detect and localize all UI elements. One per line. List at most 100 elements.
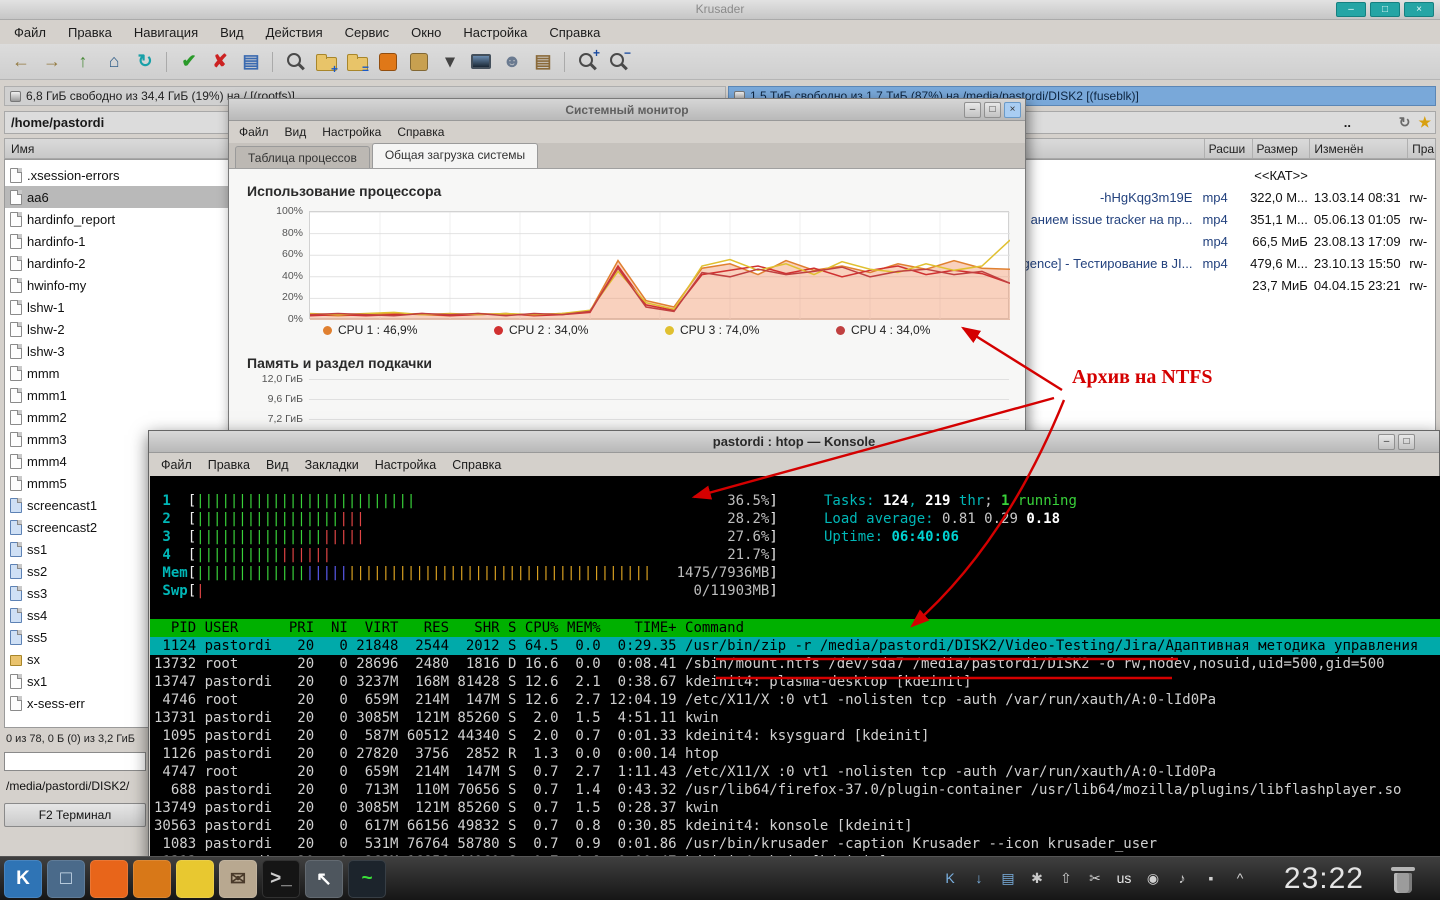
process-row[interactable]: 1083 pastordi 20 0 531M 76764 58780 S 0.… bbox=[150, 835, 1440, 853]
close-button[interactable]: × bbox=[1404, 2, 1434, 17]
command-line[interactable]: /media/pastordi/DISK2/ bbox=[6, 779, 146, 793]
process-row[interactable]: 1126 pastordi 20 0 27820 3756 2852 R 1.3… bbox=[150, 745, 1440, 763]
maximize-button[interactable]: □ bbox=[984, 102, 1001, 118]
process-row[interactable]: 13731 pastordi 20 0 3085M 121M 85260 S 2… bbox=[150, 709, 1440, 727]
refresh-button[interactable]: ↻ bbox=[132, 49, 158, 75]
menu-item[interactable]: Вид bbox=[266, 458, 289, 472]
konsole-titlebar[interactable]: pastordi : htop — Konsole –□ bbox=[149, 431, 1439, 453]
oscilloscope-icon[interactable]: ~ bbox=[348, 860, 386, 898]
column-header-name[interactable]: Имя bbox=[5, 142, 34, 156]
column-header-ext[interactable]: Расши bbox=[1205, 139, 1253, 158]
sysmon-titlebar[interactable]: Системный монитор –□× bbox=[229, 99, 1025, 121]
network-icon[interactable]: ◉ bbox=[1143, 867, 1163, 889]
konsole-icon[interactable]: >_ bbox=[262, 860, 300, 898]
home-button[interactable]: ⌂ bbox=[101, 49, 127, 75]
compare-dirs-button[interactable]: = bbox=[344, 49, 370, 75]
process-row[interactable]: 688 pastordi 20 0 713M 110M 70656 S 0.7 … bbox=[150, 781, 1440, 799]
archive-button[interactable]: ▤ bbox=[530, 49, 556, 75]
amarok-icon[interactable] bbox=[133, 860, 171, 898]
separator[interactable] bbox=[269, 49, 277, 75]
process-row[interactable]: 13732 root 20 0 28696 2480 1816 D 16.6 0… bbox=[150, 655, 1440, 673]
htop-table-header[interactable]: PID USER PRI NI VIRT RES SHR S CPU% MEM%… bbox=[150, 619, 1440, 637]
trash-icon[interactable] bbox=[1390, 865, 1416, 895]
menu-item[interactable]: Закладки bbox=[305, 458, 359, 472]
history-icon[interactable]: ↻ bbox=[1399, 114, 1411, 131]
menu-item[interactable]: Окно bbox=[411, 25, 441, 40]
column-header-date[interactable]: Изменён bbox=[1310, 139, 1408, 158]
taskbar-clock[interactable]: 23:22 bbox=[1284, 862, 1364, 896]
expand-tray-icon[interactable]: ^ bbox=[1230, 867, 1250, 889]
menu-item[interactable]: Действия bbox=[266, 25, 323, 40]
kopete-icon[interactable] bbox=[176, 860, 214, 898]
menu-item[interactable]: Вид bbox=[220, 25, 244, 40]
menu-item[interactable]: Вид bbox=[285, 125, 307, 139]
kickoff-menu-icon[interactable]: K bbox=[4, 860, 42, 898]
minimize-button[interactable]: – bbox=[1378, 434, 1395, 450]
zoom-out-button[interactable]: − bbox=[605, 49, 631, 75]
back-button[interactable]: ← bbox=[8, 49, 34, 75]
cursor-tool-icon[interactable]: ↖ bbox=[305, 860, 343, 898]
klipper-icon[interactable]: ✂ bbox=[1085, 867, 1105, 889]
fn-key-terminal-button[interactable]: F2 Терминал bbox=[4, 803, 146, 827]
clipboard-button[interactable]: ▤ bbox=[238, 49, 264, 75]
firefox-icon[interactable] bbox=[90, 860, 128, 898]
bookmark-star-icon[interactable]: ★ bbox=[1418, 114, 1431, 131]
tab[interactable]: Общая загрузка системы bbox=[372, 143, 538, 168]
package-button[interactable] bbox=[406, 49, 432, 75]
menu-item[interactable]: Файл bbox=[14, 25, 46, 40]
volume-icon[interactable]: ♪ bbox=[1172, 867, 1192, 889]
process-row[interactable]: 4746 root 20 0 659M 214M 147M S 12.6 2.7… bbox=[150, 691, 1440, 709]
process-row[interactable]: 4747 root 20 0 659M 214M 147M S 0.7 2.7 … bbox=[150, 763, 1440, 781]
menu-item[interactable]: Справка bbox=[549, 25, 600, 40]
maximize-button[interactable]: □ bbox=[1398, 434, 1415, 450]
krusader-titlebar[interactable]: Krusader –□× bbox=[0, 0, 1440, 20]
up-button[interactable]: ↑ bbox=[70, 49, 96, 75]
menu-item[interactable]: Справка bbox=[452, 458, 501, 472]
filter-input[interactable] bbox=[4, 752, 146, 771]
input-method-icon[interactable]: ⇧ bbox=[1056, 867, 1076, 889]
apply-button[interactable]: ✔ bbox=[176, 49, 202, 75]
tools-button[interactable] bbox=[375, 49, 401, 75]
pager-icon[interactable]: ▤ bbox=[998, 867, 1018, 889]
forward-button[interactable]: → bbox=[39, 49, 65, 75]
menu-item[interactable]: Правка bbox=[208, 458, 250, 472]
menu-item[interactable]: Настройка bbox=[463, 25, 527, 40]
find-button[interactable] bbox=[282, 49, 308, 75]
menu-item[interactable]: Правка bbox=[68, 25, 112, 40]
kde-app-icon[interactable]: K bbox=[940, 867, 960, 889]
queue-dropdown-button[interactable]: ▾ bbox=[437, 49, 463, 75]
user-button[interactable]: ☻ bbox=[499, 49, 525, 75]
process-row[interactable]: 13749 pastordi 20 0 3085M 121M 85260 S 0… bbox=[150, 799, 1440, 817]
menu-item[interactable]: Настройка bbox=[322, 125, 381, 139]
process-row[interactable]: 13747 pastordi 20 0 3237M 168M 81428 S 1… bbox=[150, 673, 1440, 691]
separator[interactable] bbox=[163, 49, 171, 75]
keyboard-layout-indicator[interactable]: us bbox=[1114, 867, 1134, 889]
new-folder-button[interactable]: + bbox=[313, 49, 339, 75]
menu-item[interactable]: Справка bbox=[397, 125, 444, 139]
menu-item[interactable]: Навигация bbox=[134, 25, 198, 40]
up-dir-label[interactable]: .. bbox=[1344, 115, 1351, 130]
display-icon[interactable]: ▪ bbox=[1201, 867, 1221, 889]
menu-item[interactable]: Файл bbox=[239, 125, 269, 139]
terminal[interactable]: 1 [|||||||||||||||||||||||||| 36.5%] 2 [… bbox=[150, 476, 1440, 866]
process-row[interactable]: 1124 pastordi 20 0 21848 2544 2012 S 64.… bbox=[150, 637, 1440, 655]
separator[interactable] bbox=[561, 49, 569, 75]
minimize-button[interactable]: – bbox=[964, 102, 981, 118]
close-button[interactable]: × bbox=[1004, 102, 1021, 118]
column-header-size[interactable]: Размер bbox=[1253, 139, 1311, 158]
tab[interactable]: Таблица процессов bbox=[235, 146, 370, 168]
settings-gear-icon[interactable]: ✱ bbox=[1027, 867, 1047, 889]
menu-item[interactable]: Настройка bbox=[375, 458, 437, 472]
zoom-in-button[interactable]: + bbox=[574, 49, 600, 75]
column-header-perm[interactable]: Пра bbox=[1408, 139, 1435, 158]
process-row[interactable]: 30563 pastordi 20 0 617M 66156 49832 S 0… bbox=[150, 817, 1440, 835]
menu-item[interactable]: Сервис bbox=[345, 25, 390, 40]
menu-item[interactable]: Файл bbox=[161, 458, 192, 472]
minimize-button[interactable]: – bbox=[1336, 2, 1366, 17]
terminal-button[interactable] bbox=[468, 49, 494, 75]
process-row[interactable]: 1095 pastordi 20 0 587M 60512 44340 S 2.… bbox=[150, 727, 1440, 745]
cancel-button[interactable]: ✘ bbox=[207, 49, 233, 75]
maximize-button[interactable]: □ bbox=[1370, 2, 1400, 17]
kmail-icon[interactable]: ✉ bbox=[219, 860, 257, 898]
updates-icon[interactable]: ↓ bbox=[969, 867, 989, 889]
